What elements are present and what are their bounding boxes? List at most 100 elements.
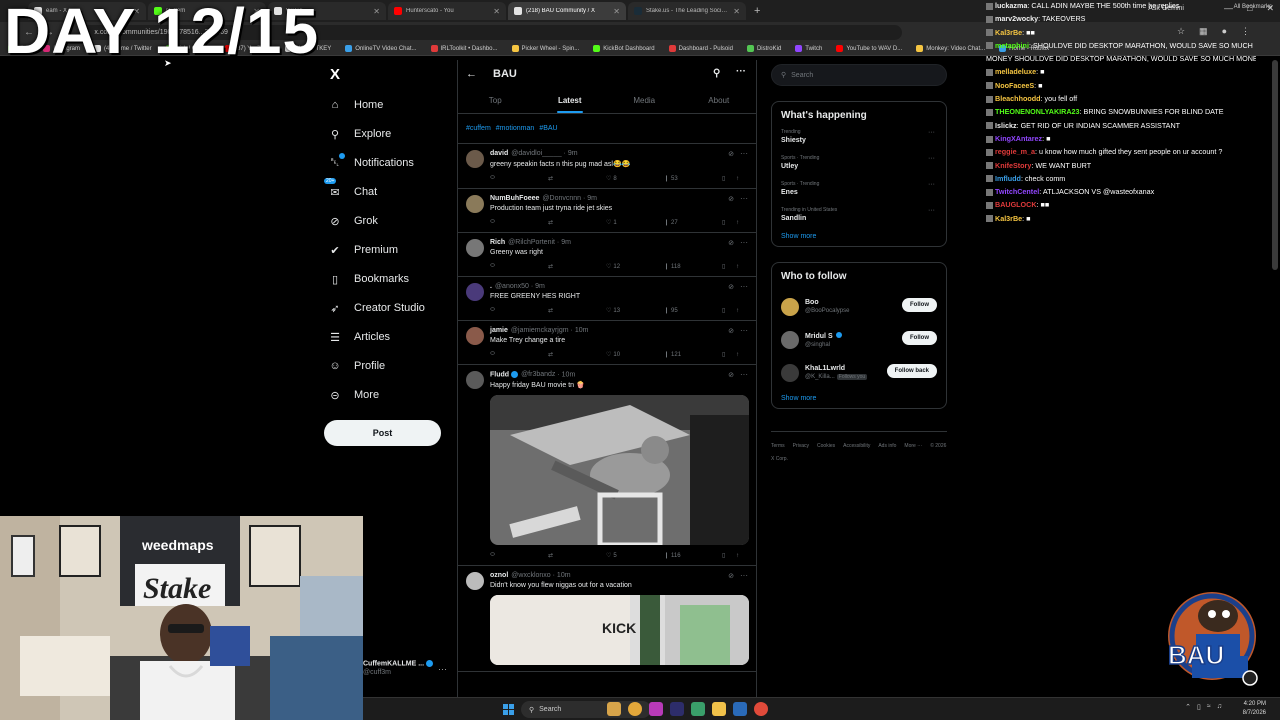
tweet-handle[interactable]: @jamiemckayrjgm [511, 327, 569, 334]
bookmark-item[interactable]: Twitch [795, 45, 822, 52]
browser-tab[interactable]: (218) BAU Community / X ✕ [508, 2, 626, 20]
nav-item-premium[interactable]: ✔ Premium [328, 243, 398, 257]
retweet-icon[interactable]: ⇄ [548, 552, 606, 559]
tweet-timestamp[interactable]: 9m [535, 283, 545, 290]
tweet-handle[interactable]: @wxcklonxo [511, 572, 550, 579]
account-switcher[interactable]: CuffemKALLME ... @cuff3m ··· [363, 660, 447, 676]
reply-icon[interactable]: ⬭ [490, 307, 548, 314]
tweet-timestamp[interactable]: 9m [587, 195, 597, 202]
share-icon[interactable]: ↑ [736, 220, 739, 226]
chevron-up-icon[interactable]: ⌃ [1185, 703, 1191, 711]
retweet-icon[interactable]: ⇄ [548, 175, 606, 182]
share-icon[interactable]: ↑ [736, 553, 739, 559]
more-icon[interactable]: ··· [928, 155, 935, 162]
chrome-icon[interactable] [628, 702, 642, 716]
tweet-card[interactable]: . @anonx50 · 9m ⊘ ··· FREE GREENY HES RIGHT ⬭… [458, 277, 756, 321]
avatar[interactable] [781, 330, 799, 349]
close-tab-icon[interactable]: ✕ [493, 7, 500, 16]
show-more-link[interactable]: Show more [781, 395, 937, 402]
tweet-media-image[interactable]: KICK [490, 595, 749, 666]
like-button[interactable]: ♡ 1 [606, 219, 664, 227]
reply-icon[interactable]: ⬭ [490, 263, 548, 270]
avatar[interactable] [466, 283, 484, 301]
reply-icon[interactable]: ⬭ [490, 219, 548, 226]
browser-tab[interactable]: Hunterscato - You ✕ [388, 2, 506, 20]
tweet-timestamp[interactable]: 10m [575, 327, 589, 334]
back-arrow-icon[interactable]: ← [466, 68, 477, 80]
tab-about[interactable]: About [682, 88, 757, 113]
nav-item-notifications[interactable]: ␇ Notifications [328, 153, 414, 170]
footer-link[interactable]: Ads info [878, 443, 896, 449]
grok-icon[interactable]: ⊘ [728, 327, 734, 335]
bookmark-item[interactable]: KickBot Dashboard [593, 45, 655, 52]
bookmark-icon[interactable]: ▯ [722, 263, 736, 270]
retweet-icon[interactable]: ⇄ [548, 351, 606, 358]
tweet-author-name[interactable]: Fludd [490, 371, 509, 378]
views-button[interactable]: ❙ 118 [664, 263, 722, 271]
like-button[interactable]: ♡ 5 [606, 552, 664, 560]
folder-icon[interactable] [712, 702, 726, 716]
app-icon[interactable] [691, 702, 705, 716]
close-tab-icon[interactable]: ✕ [613, 7, 620, 16]
tweet-handle[interactable]: @davidloi_____ [511, 150, 561, 157]
footer-link[interactable]: Accessibility [843, 443, 870, 449]
nav-item-home[interactable]: ⌂ Home [328, 98, 384, 112]
more-icon[interactable]: ··· [438, 664, 447, 674]
views-button[interactable]: ❙ 27 [664, 219, 722, 227]
tweet-handle[interactable]: @fr3bandz [521, 371, 555, 378]
bookmark-icon[interactable]: ▯ [722, 552, 736, 559]
share-icon[interactable]: ↑ [736, 264, 739, 270]
search-icon[interactable]: ⚲ [713, 68, 720, 79]
grok-icon[interactable]: ⊘ [728, 283, 734, 291]
tweet-handle[interactable]: @RilchPortenit [508, 239, 555, 246]
avatar[interactable] [466, 195, 484, 213]
nav-item-explore[interactable]: ⚲ Explore [328, 127, 391, 141]
follow-button[interactable]: Follow back [886, 364, 937, 378]
app-icon[interactable] [670, 702, 684, 716]
windows-start-icon[interactable] [503, 704, 514, 715]
more-icon[interactable]: ··· [928, 207, 935, 214]
more-icon[interactable]: ··· [740, 238, 748, 247]
avatar[interactable] [466, 572, 484, 591]
chat-username[interactable]: Kal3rBe [995, 28, 1022, 37]
more-icon[interactable]: ··· [740, 571, 748, 580]
share-icon[interactable]: ↑ [736, 176, 739, 182]
bookmark-icon[interactable]: ▯ [722, 351, 736, 358]
tweet-author-name[interactable]: oznol [490, 572, 508, 579]
chat-username[interactable]: metaphini [995, 41, 1029, 50]
views-button[interactable]: ❙ 53 [664, 175, 722, 183]
app-icon[interactable] [649, 702, 663, 716]
like-button[interactable]: ♡ 10 [606, 351, 664, 359]
tab-latest[interactable]: Latest [533, 88, 608, 113]
x-logo-icon[interactable]: X [330, 66, 340, 83]
reply-icon[interactable]: ⬭ [490, 552, 548, 559]
like-button[interactable]: ♡ 12 [606, 263, 664, 271]
avatar[interactable] [466, 150, 484, 168]
tweet-author-name[interactable]: Rich [490, 239, 505, 246]
footer-link[interactable]: Privacy [793, 443, 809, 449]
bookmark-item[interactable]: YouTube to WAV D... [836, 45, 902, 52]
bookmark-icon[interactable]: ▯ [722, 307, 736, 314]
nav-item-grok[interactable]: ⊘ Grok [328, 214, 377, 228]
chat-username[interactable]: BAUGLOCK [995, 200, 1037, 209]
tweet-card[interactable]: jamie @jamiemckayrjgm · 10m ⊘ ··· Make Trey … [458, 321, 756, 365]
volume-icon[interactable]: ♫ [1217, 703, 1222, 711]
avatar[interactable] [466, 239, 484, 257]
taskbar-clock[interactable]: 4:20 PM 8/7/2026 [1243, 700, 1266, 718]
more-icon[interactable]: ··· [928, 181, 935, 188]
nav-item-more[interactable]: ⊝ More [328, 388, 379, 402]
chat-username[interactable]: marv2wocky [995, 14, 1038, 23]
views-button[interactable]: ❙ 95 [664, 307, 722, 315]
chat-username[interactable]: Imfludd [995, 174, 1021, 183]
search-input[interactable]: ⚲ Search [771, 64, 947, 86]
tweet-card[interactable]: oznol @wxcklonxo · 10m ⊘ ··· Didn't know you… [458, 566, 756, 673]
grok-icon[interactable]: ⊘ [728, 150, 734, 158]
share-icon[interactable]: ↑ [736, 308, 739, 314]
reply-icon[interactable]: ⬭ [490, 351, 548, 358]
chat-username[interactable]: KingXAntarez [995, 134, 1042, 143]
tweet-card[interactable]: NumBuhFoeee @Donvcnnn · 9m ⊘ ··· Production … [458, 189, 756, 233]
more-icon[interactable]: ··· [740, 326, 748, 335]
chat-username[interactable]: TwitchCentel [995, 187, 1039, 196]
tab-top[interactable]: Top [458, 88, 533, 113]
grok-icon[interactable]: ⊘ [728, 371, 734, 379]
